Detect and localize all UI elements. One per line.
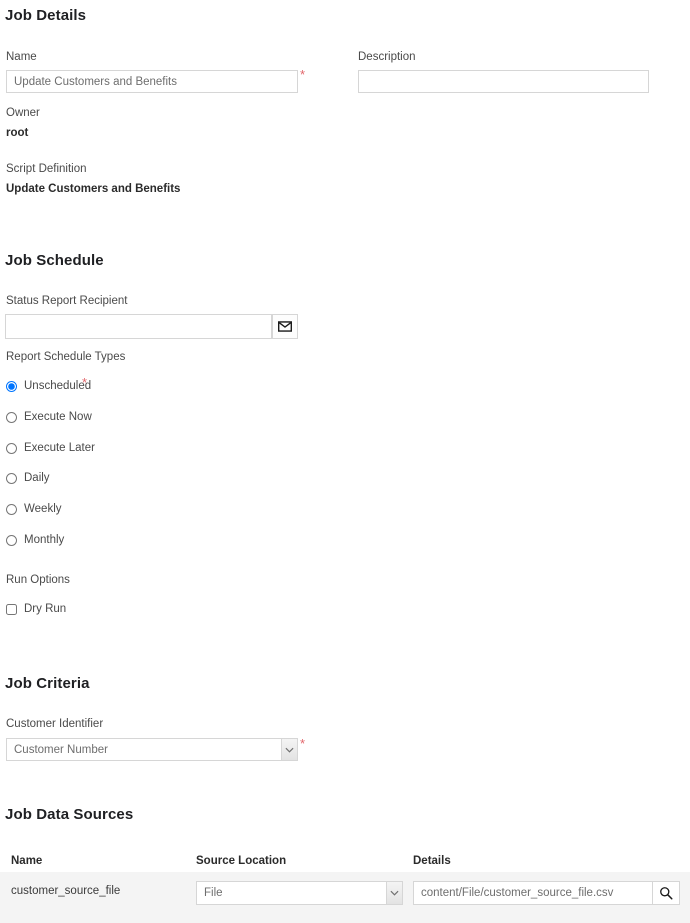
chevron-down-icon[interactable] (386, 882, 402, 904)
cell-name: customer_source_file (11, 885, 121, 897)
checkbox-dry-run[interactable]: Dry Run (6, 603, 66, 615)
checkbox-dry-run-label: Dry Run (24, 603, 67, 615)
radio-monthly[interactable]: Monthly (6, 534, 64, 546)
job-editor-page: Job Details Name * Description Owner roo… (0, 0, 690, 923)
source-location-select[interactable]: File (196, 881, 403, 905)
script-definition-value: Update Customers and Benefits (6, 183, 181, 195)
description-input[interactable] (358, 70, 649, 93)
customer-identifier-select[interactable]: Customer Number (6, 738, 298, 761)
radio-weekly-label: Weekly (24, 503, 62, 515)
radio-daily[interactable]: Daily (6, 472, 50, 484)
column-header-name: Name (11, 855, 43, 867)
job-details-heading: Job Details (5, 7, 87, 24)
description-label: Description (358, 51, 416, 63)
name-required-asterisk: * (300, 67, 306, 82)
envelope-icon (278, 321, 292, 332)
status-report-recipient-label: Status Report Recipient (6, 295, 128, 307)
column-header-details: Details (413, 855, 451, 867)
report-schedule-types-label: Report Schedule Types (6, 351, 126, 363)
search-icon (659, 886, 673, 900)
radio-unscheduled-label: Unscheduled (24, 380, 92, 392)
radio-weekly[interactable]: Weekly (6, 503, 62, 515)
column-header-source-location: Source Location (196, 855, 287, 867)
radio-unscheduled-input[interactable] (6, 380, 17, 392)
radio-monthly-input[interactable] (6, 534, 17, 546)
radio-execute-now-input[interactable] (6, 411, 17, 423)
status-report-recipient-input[interactable] (5, 314, 272, 339)
owner-label: Owner (6, 107, 40, 119)
radio-execute-now[interactable]: Execute Now (6, 411, 92, 423)
source-location-value: File (204, 887, 223, 899)
radio-monthly-label: Monthly (24, 534, 65, 546)
customer-identifier-required-asterisk: * (300, 736, 306, 751)
name-input[interactable] (6, 70, 298, 93)
job-data-sources-heading: Job Data Sources (5, 806, 134, 823)
details-input[interactable] (413, 881, 653, 905)
checkbox-dry-run-input[interactable] (6, 603, 17, 615)
chevron-down-icon[interactable] (281, 739, 297, 760)
email-recipient-button[interactable] (272, 314, 298, 339)
job-schedule-heading: Job Schedule (5, 252, 104, 269)
name-label: Name (6, 51, 37, 63)
script-definition-label: Script Definition (6, 163, 87, 175)
radio-execute-later[interactable]: Execute Later (6, 442, 95, 454)
owner-value: root (6, 127, 29, 139)
customer-identifier-value: Customer Number (14, 743, 108, 756)
radio-execute-later-label: Execute Later (24, 442, 95, 454)
customer-identifier-label: Customer Identifier (6, 718, 104, 730)
radio-daily-input[interactable] (6, 472, 17, 484)
details-browse-button[interactable] (653, 881, 680, 905)
run-options-label: Run Options (6, 574, 70, 586)
radio-execute-later-input[interactable] (6, 442, 17, 454)
job-criteria-heading: Job Criteria (5, 675, 90, 692)
radio-weekly-input[interactable] (6, 503, 17, 515)
radio-execute-now-label: Execute Now (24, 411, 92, 423)
radio-daily-label: Daily (24, 472, 50, 484)
radio-unscheduled[interactable]: Unscheduled (6, 380, 91, 392)
